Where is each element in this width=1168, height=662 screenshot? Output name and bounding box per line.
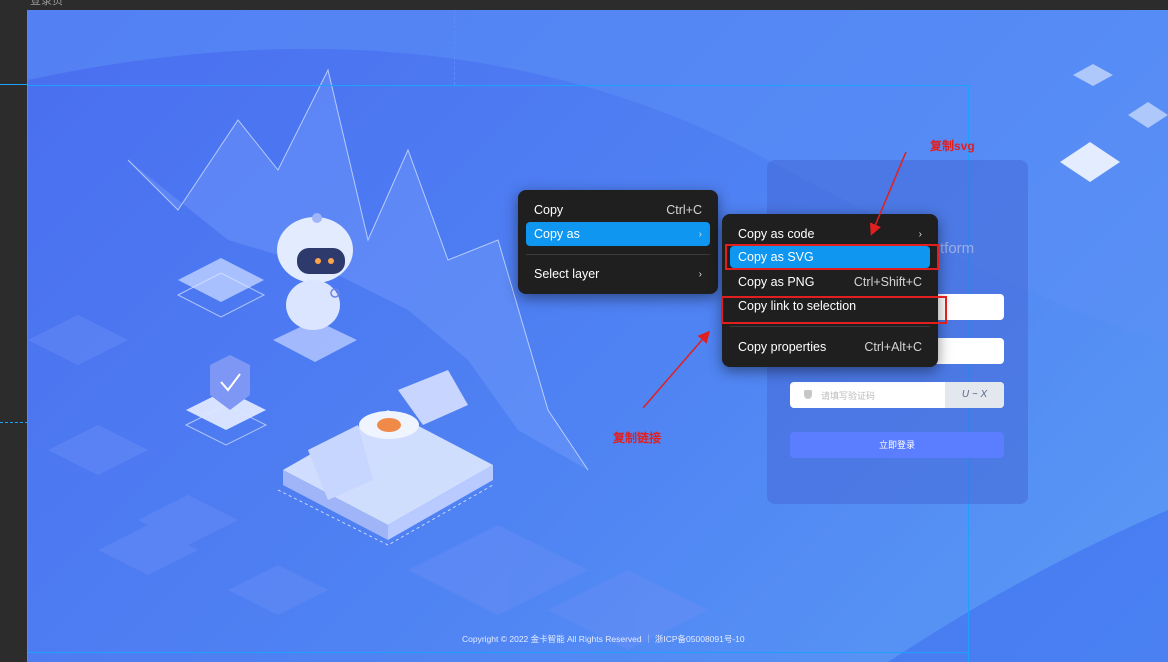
menu-item-label: Copy as	[534, 227, 580, 241]
layout-guide	[0, 422, 28, 423]
chevron-right-icon: ›	[918, 228, 922, 240]
frame-border	[27, 10, 28, 662]
annotation-label-svg: 复制svg	[930, 139, 975, 153]
menu-item-label: Copy as code	[738, 227, 815, 241]
layout-guide	[0, 84, 28, 85]
menu-item-select-layer[interactable]: Select layer ›	[526, 262, 710, 286]
frame-label[interactable]: 登录页	[30, 0, 63, 8]
layout-guide	[454, 10, 455, 85]
annotation-label-link: 复制链接	[613, 431, 662, 445]
layout-guide	[28, 652, 968, 653]
menu-item-shortcut: Ctrl+Alt+C	[864, 340, 922, 354]
menu-item-shortcut: Ctrl+Shift+C	[853, 275, 922, 289]
menu-item-copy-as[interactable]: Copy as ›	[526, 222, 710, 246]
menu-separator	[526, 254, 710, 255]
annotation-box-link	[721, 296, 947, 324]
menu-separator	[730, 326, 930, 327]
login-button[interactable]: 立即登录	[790, 432, 1004, 458]
menu-item-copy[interactable]: Copy Ctrl+C	[526, 198, 710, 222]
menu-item-copy-properties[interactable]: Copy properties Ctrl+Alt+C	[730, 335, 930, 359]
menu-item-copy-as-code[interactable]: Copy as code ›	[730, 222, 930, 246]
menu-item-label: Copy as PNG	[738, 275, 815, 289]
layout-guide	[28, 85, 968, 86]
captcha-field[interactable]: 请填写验证码 U ~ X	[790, 382, 1004, 408]
menu-item-copy-as-png[interactable]: Copy as PNG Ctrl+Shift+C	[730, 270, 930, 294]
menu-item-shortcut: Ctrl+C	[666, 203, 702, 217]
chevron-right-icon: ›	[698, 268, 702, 280]
menu-item-label: Select layer	[534, 267, 600, 281]
menu-item-label: Copy properties	[738, 340, 827, 354]
captcha-image[interactable]: U ~ X	[945, 382, 1004, 408]
shield-icon	[804, 390, 812, 399]
annotation-box-svg	[725, 244, 939, 270]
copy-as-submenu: Copy as code › Copy as SVG Copy as PNG C…	[722, 214, 938, 367]
footer-copyright: Copyright © 2022 金卡智能 All Rights Reserve…	[462, 634, 745, 644]
context-menu: Copy Ctrl+C Copy as › Select layer ›	[518, 190, 718, 294]
captcha-placeholder: 请填写验证码	[821, 391, 876, 401]
chevron-right-icon: ›	[698, 228, 702, 240]
menu-item-label: Copy	[534, 203, 564, 217]
